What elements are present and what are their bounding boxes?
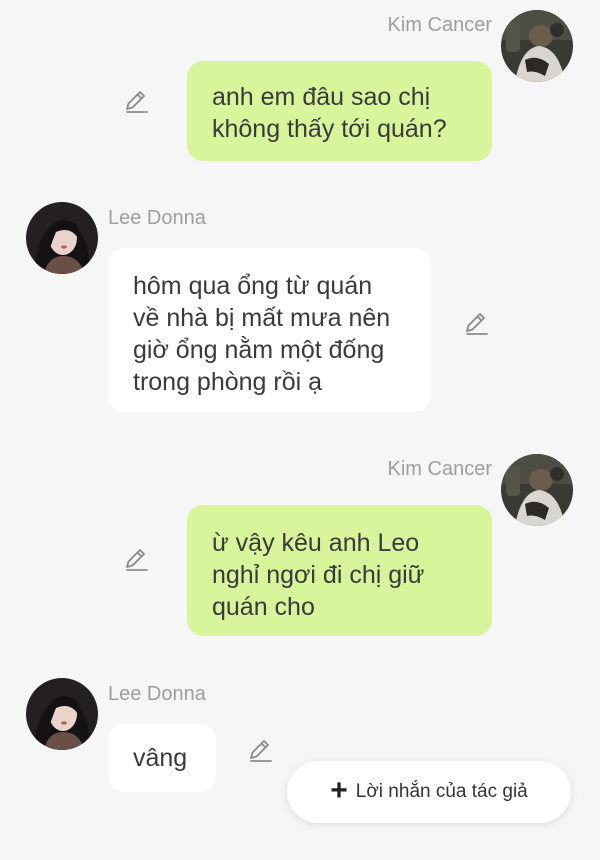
edit-pencil-icon[interactable] [463, 310, 489, 336]
message-bubble[interactable]: vâng [108, 724, 216, 792]
avatar[interactable] [26, 678, 98, 750]
author-note-button[interactable]: + Lời nhắn của tác giả [287, 761, 571, 823]
message-line: vâng [133, 744, 188, 772]
message-line: hôm qua ổng từ quán [133, 272, 373, 300]
message-bubble[interactable]: ừ vậy kêu anh Leo nghỉ ngơi đi chị giữ q… [187, 505, 492, 636]
lee-donna-avatar-icon [26, 678, 98, 750]
kim-cancer-avatar-icon [501, 10, 573, 82]
message-line: nghỉ ngơi đi chị giữ [212, 561, 425, 589]
sender-name: Lee Donna [108, 207, 206, 229]
avatar[interactable] [26, 202, 98, 274]
message-line: giờ ổng nằm một đống [133, 336, 385, 364]
author-note-label: Lời nhắn của tác giả [355, 781, 528, 802]
kim-cancer-avatar-icon [501, 454, 573, 526]
avatar[interactable] [501, 10, 573, 82]
edit-pencil-icon[interactable] [247, 737, 273, 763]
edit-pencil-icon[interactable] [123, 88, 149, 114]
message-line: về nhà bị mất mưa nên [133, 304, 391, 332]
plus-icon: + [330, 773, 348, 807]
message-line: không thấy tới quán? [212, 115, 447, 143]
sender-name: Kim Cancer [387, 458, 492, 480]
edit-pencil-icon[interactable] [123, 546, 149, 572]
message-line: trong phòng rồi ạ [133, 368, 323, 396]
message-line: ừ vậy kêu anh Leo [212, 529, 420, 557]
message-line: quán cho [212, 593, 315, 621]
lee-donna-avatar-icon [26, 202, 98, 274]
message-line: anh em đâu sao chị [212, 83, 431, 111]
avatar[interactable] [501, 454, 573, 526]
message-bubble[interactable]: hôm qua ổng từ quán về nhà bị mất mưa nê… [108, 248, 431, 412]
message-bubble[interactable]: anh em đâu sao chị không thấy tới quán? [187, 61, 492, 161]
sender-name: Lee Donna [108, 683, 206, 705]
sender-name: Kim Cancer [387, 14, 492, 36]
